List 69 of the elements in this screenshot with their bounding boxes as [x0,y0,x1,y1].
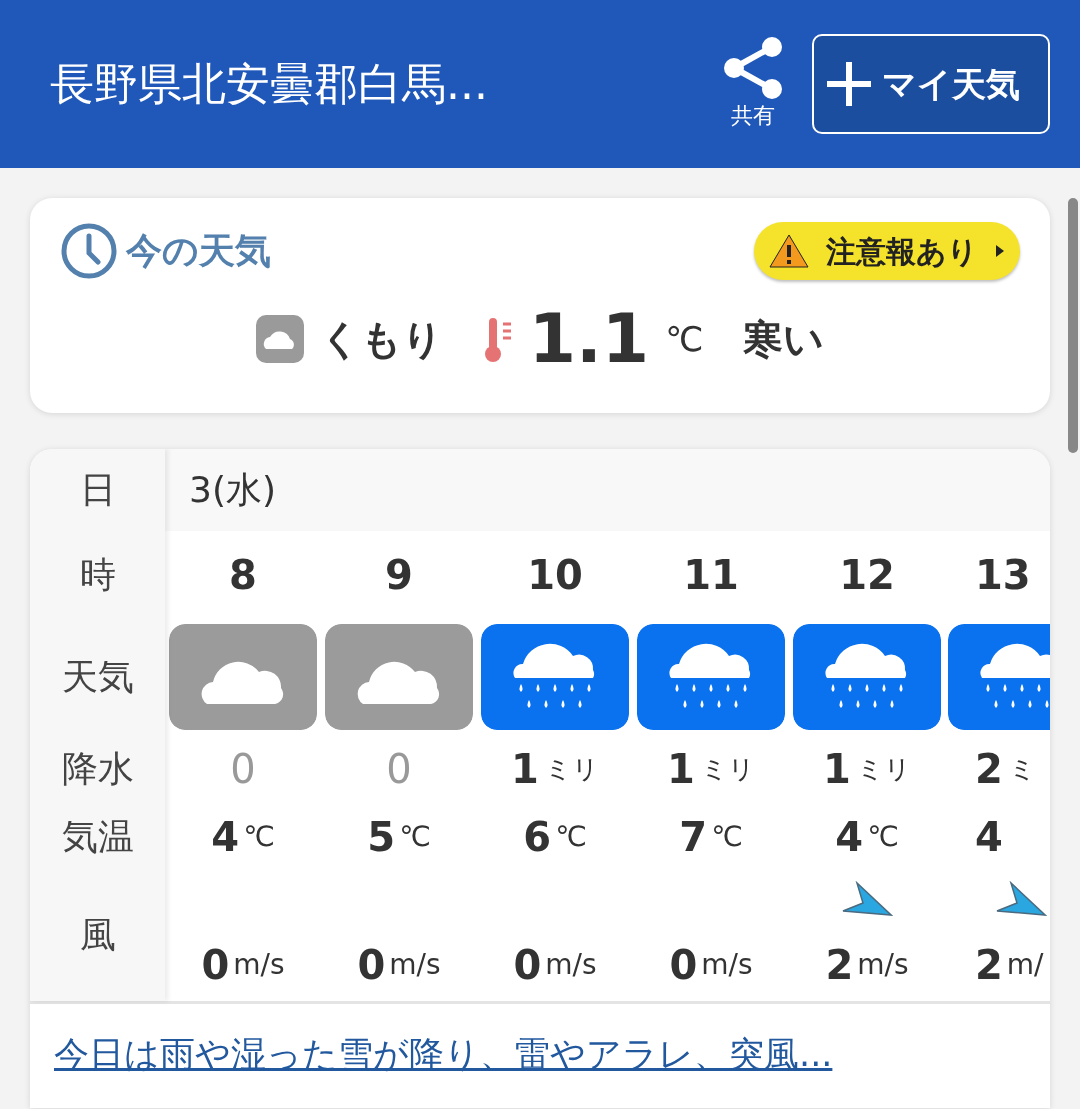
plus-icon [824,59,874,109]
precipitation-value: 1 [823,745,851,794]
wind-unit: m/ [1006,947,1044,983]
hour-label: 13 [975,551,1031,600]
alert-button[interactable]: 注意報あり [754,222,1020,280]
cloud-icon [255,315,304,363]
precipitation-value: 0 [386,745,412,794]
clock-icon [60,222,118,280]
temperature-value: 6 [523,812,552,862]
wind-unit: m/s [233,947,285,983]
wind-unit: m/s [545,947,597,983]
row-label: 天気 [61,654,134,699]
hour-label: 8 [229,551,257,600]
temperature-unit: ℃ [867,818,899,855]
wind-speed: 0 [201,941,230,990]
cloud-icon [169,623,317,730]
cloud-icon [325,623,473,730]
temperature-value: 1.1 [528,298,650,380]
row-label: 降水 [61,747,134,791]
hour-label: 9 [385,551,413,600]
scrollbar[interactable] [1068,198,1078,453]
row-label: 時 [79,553,116,597]
temperature-value: 7 [679,812,708,862]
forecast-summary-link[interactable]: 今日は雨や湿った雪が降り、雷やアラレ、突風... [54,1034,833,1074]
precipitation-unit: ミリ [856,752,911,786]
precipitation-value: 1 [511,745,539,794]
section-title: 今の天気 [126,229,271,273]
wind-speed: 0 [669,941,698,990]
date-label: 3(水) [189,468,276,512]
temperature-value: 4 [211,812,240,862]
feeling-text: 寒い [743,315,825,364]
wind-speed: 0 [513,941,542,990]
temperature-unit: ℃ [243,818,275,855]
rain-icon [481,623,629,730]
rain-icon [793,623,941,730]
temperature-value: 4 [975,812,1003,862]
precipitation-value: 2 [975,745,1003,794]
wind-unit: m/s [857,947,909,983]
precipitation-unit: ミリ [544,752,599,786]
my-weather-button[interactable]: マイ天気 [812,34,1050,134]
temperature-unit: ℃ [711,818,743,855]
row-label: 気温 [61,814,134,859]
temperature-value: 4 [835,812,864,862]
wind-unit: m/s [389,947,441,983]
row-label: 風 [79,913,116,957]
hour-label: 10 [527,551,583,600]
caret-icon [994,243,1006,259]
precipitation-value: 0 [230,745,256,794]
wind-direction-icon [995,881,1047,917]
wind-speed: 2 [975,941,1003,990]
location-title: 長野県北安曇郡白馬... [50,57,489,111]
temperature-value: 5 [367,812,396,862]
warning-icon [768,233,810,269]
wind-direction-icon [841,881,893,917]
precipitation-unit: ミ [1008,752,1036,786]
temperature-unit: ℃ [555,818,587,855]
wind-speed: 0 [357,941,386,990]
condition-text: くもり [319,315,443,364]
wind-unit: m/s [701,947,753,983]
temperature-unit: ℃ [399,818,431,855]
row-label: 日 [79,468,116,512]
hour-label: 12 [839,551,895,600]
precipitation-value: 1 [667,745,695,794]
wind-speed: 2 [825,941,854,990]
share-button[interactable]: 共有 [718,36,788,132]
temperature-unit: ℃ [665,317,704,361]
precipitation-unit: ミリ [700,752,755,786]
hour-label: 11 [683,551,739,600]
rain-icon [637,623,785,730]
